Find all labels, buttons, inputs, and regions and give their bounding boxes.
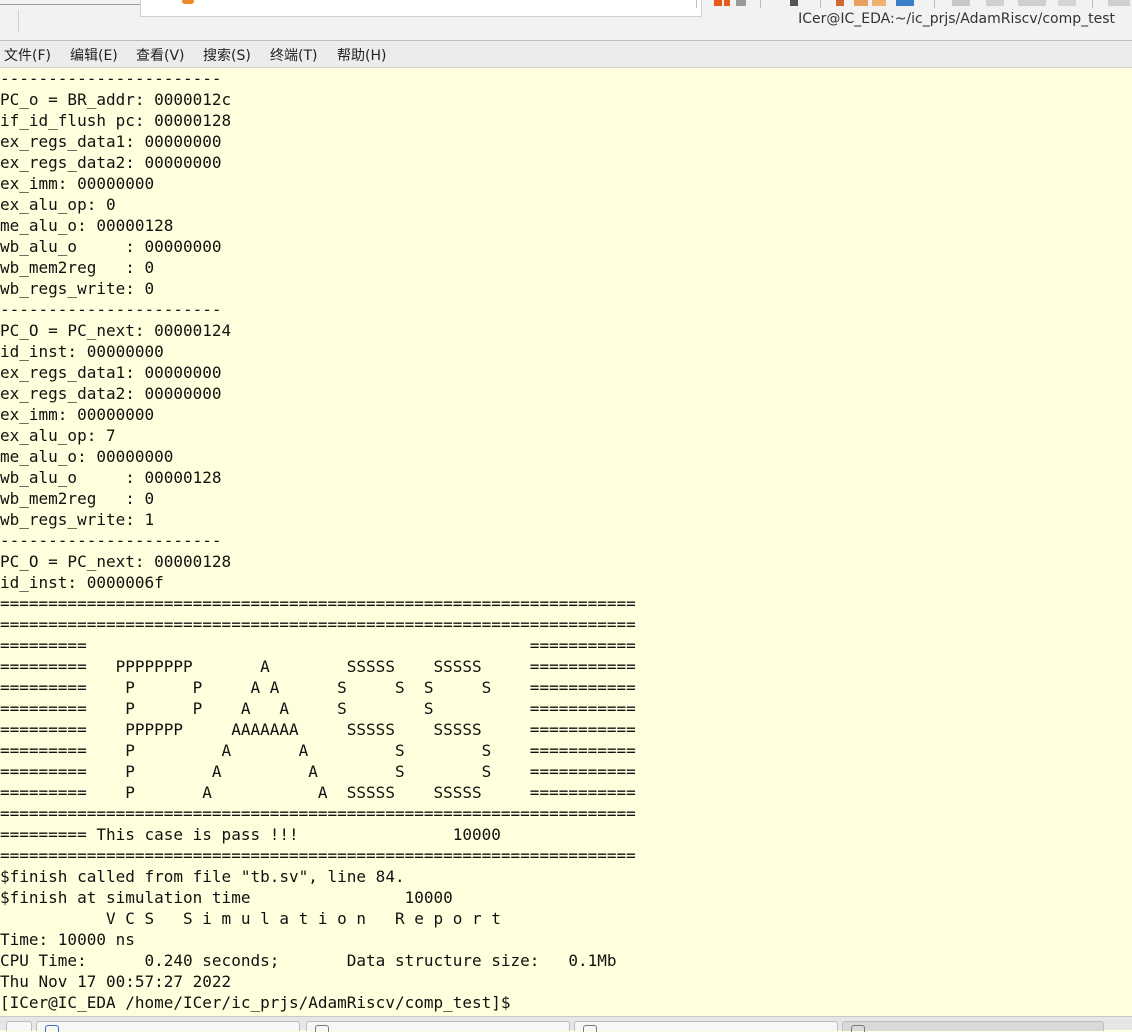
terminal-line: me_alu_o: 00000000 bbox=[0, 447, 174, 466]
taskbar-button[interactable] bbox=[36, 1021, 300, 1032]
terminal-line: ========================================… bbox=[0, 846, 636, 865]
tray-divider bbox=[820, 0, 821, 8]
app-icon[interactable] bbox=[714, 0, 722, 6]
terminal-line: ========================================… bbox=[0, 594, 636, 613]
panel-edge bbox=[0, 4, 140, 5]
taskbar-button[interactable] bbox=[574, 1021, 838, 1032]
menu-icon[interactable] bbox=[1108, 0, 1130, 6]
terminal-line: $finish at simulation time 10000 bbox=[0, 888, 453, 907]
tray-divider bbox=[760, 0, 761, 8]
menu-help[interactable]: 帮助(H) bbox=[337, 45, 386, 65]
terminal-line: $finish called from file "tb.sv", line 8… bbox=[0, 867, 405, 886]
terminal-line: ex_regs_data2: 00000000 bbox=[0, 153, 222, 172]
terminal-line: ========================================… bbox=[0, 804, 636, 823]
terminal-line: CPU Time: 0.240 seconds; Data structure … bbox=[0, 951, 617, 970]
app-icon[interactable] bbox=[836, 0, 844, 6]
terminal-line: ----------------------- bbox=[0, 531, 222, 550]
terminal-line: ----------------------- bbox=[0, 300, 222, 319]
terminal-line: ex_alu_op: 0 bbox=[0, 195, 116, 214]
top-panel: ICer@IC_EDA:~/ic_prjs/AdamRiscv/comp_tes… bbox=[0, 0, 1132, 41]
tray-divider bbox=[934, 0, 935, 8]
terminal-line: ========= =========== bbox=[0, 636, 636, 655]
terminal-line: PC_o = BR_addr: 0000012c bbox=[0, 90, 232, 109]
terminal-line: ex_imm: 00000000 bbox=[0, 174, 155, 193]
maximize-icon[interactable] bbox=[1018, 0, 1046, 6]
terminal-line: wb_mem2reg : 0 bbox=[0, 258, 155, 277]
minimize-icon[interactable] bbox=[986, 0, 1004, 6]
terminal-line: PC_O = PC_next: 00000128 bbox=[0, 552, 232, 571]
terminal-line: ========= P A A SSSSS SSSSS =========== bbox=[0, 783, 636, 802]
terminal-line: ========================================… bbox=[0, 615, 636, 634]
window-title: ICer@IC_EDA:~/ic_prjs/AdamRiscv/comp_tes… bbox=[798, 11, 1115, 27]
terminal-line: wb_alu_o : 00000000 bbox=[0, 237, 222, 256]
menu-bar: 文件(F) 编辑(E) 查看(V) 搜索(S) 终端(T) 帮助(H) bbox=[0, 41, 1132, 68]
app-icon[interactable] bbox=[736, 0, 746, 6]
app-icon[interactable] bbox=[724, 0, 730, 6]
terminal-line: ========= PPPPPPPP A SSSSS SSSSS =======… bbox=[0, 657, 636, 676]
terminal-line: id_inst: 00000000 bbox=[0, 342, 164, 361]
terminal-line: ex_imm: 00000000 bbox=[0, 405, 155, 424]
terminal-line: Thu Nov 17 00:57:27 2022 bbox=[0, 972, 232, 991]
terminal-line: wb_regs_write: 0 bbox=[0, 279, 155, 298]
terminal-line: wb_alu_o : 00000128 bbox=[0, 468, 222, 487]
tray-divider bbox=[696, 0, 697, 8]
terminal-line: V C S S i m u l a t i o n R e p o r t bbox=[0, 909, 501, 928]
terminal-line: wb_regs_write: 1 bbox=[0, 510, 155, 529]
terminal-line: if_id_flush pc: 00000128 bbox=[0, 111, 232, 130]
terminal-line: wb_mem2reg : 0 bbox=[0, 489, 155, 508]
terminal-lines: ----------------------- PC_o = BR_addr: 0… bbox=[0, 68, 636, 1013]
terminal-line: ex_alu_op: 7 bbox=[0, 426, 116, 445]
terminal-line: PC_O = PC_next: 00000124 bbox=[0, 321, 232, 340]
menu-edit[interactable]: 编辑(E) bbox=[70, 45, 118, 65]
tray-divider bbox=[1092, 0, 1093, 8]
terminal-line: me_alu_o: 00000128 bbox=[0, 216, 174, 235]
terminal-line: ========= PPPPPP AAAAAAA SSSSS SSSSS ===… bbox=[0, 720, 636, 739]
menu-view[interactable]: 查看(V) bbox=[136, 45, 185, 65]
terminal-line: id_inst: 0000006f bbox=[0, 573, 164, 592]
terminal-line: Time: 10000 ns bbox=[0, 930, 135, 949]
system-tray bbox=[696, 0, 1132, 8]
terminal-output[interactable]: ----------------------- PC_o = BR_addr: 0… bbox=[0, 68, 1132, 1016]
app-icon[interactable] bbox=[854, 0, 868, 6]
terminal-line: ex_regs_data2: 00000000 bbox=[0, 384, 222, 403]
menu-file[interactable]: 文件(F) bbox=[4, 45, 51, 65]
terminal-line: ========= P P A A S S =========== bbox=[0, 699, 636, 718]
terminal-line: ex_regs_data1: 00000000 bbox=[0, 132, 222, 151]
browser-tab-strip[interactable] bbox=[140, 0, 702, 17]
terminal-line: ========= P P A A S S S S =========== bbox=[0, 678, 636, 697]
terminal-line: ex_regs_data1: 00000000 bbox=[0, 363, 222, 382]
taskbar-button-active[interactable] bbox=[842, 1021, 1104, 1032]
taskbar-button[interactable] bbox=[306, 1021, 570, 1032]
browser-tab-icon[interactable] bbox=[182, 0, 194, 4]
network-icon[interactable] bbox=[790, 0, 798, 6]
terminal-line: ----------------------- bbox=[0, 69, 222, 88]
search-icon[interactable] bbox=[1058, 0, 1076, 6]
window-icon[interactable] bbox=[952, 0, 970, 6]
menu-terminal[interactable]: 终端(T) bbox=[270, 45, 317, 65]
app-icon[interactable] bbox=[872, 0, 886, 6]
panel-divider bbox=[18, 10, 19, 32]
terminal-line: ========= P A A S S =========== bbox=[0, 762, 636, 781]
app-icon[interactable] bbox=[896, 0, 914, 6]
terminal-line: [ICer@IC_EDA /home/ICer/ic_prjs/AdamRisc… bbox=[0, 993, 511, 1012]
taskbar-button[interactable] bbox=[6, 1021, 32, 1031]
terminal-line: ========= This case is pass !!! 10000 bbox=[0, 825, 501, 844]
terminal-line: ========= P A A S S =========== bbox=[0, 741, 636, 760]
taskbar bbox=[0, 1016, 1132, 1032]
menu-search[interactable]: 搜索(S) bbox=[203, 45, 251, 65]
